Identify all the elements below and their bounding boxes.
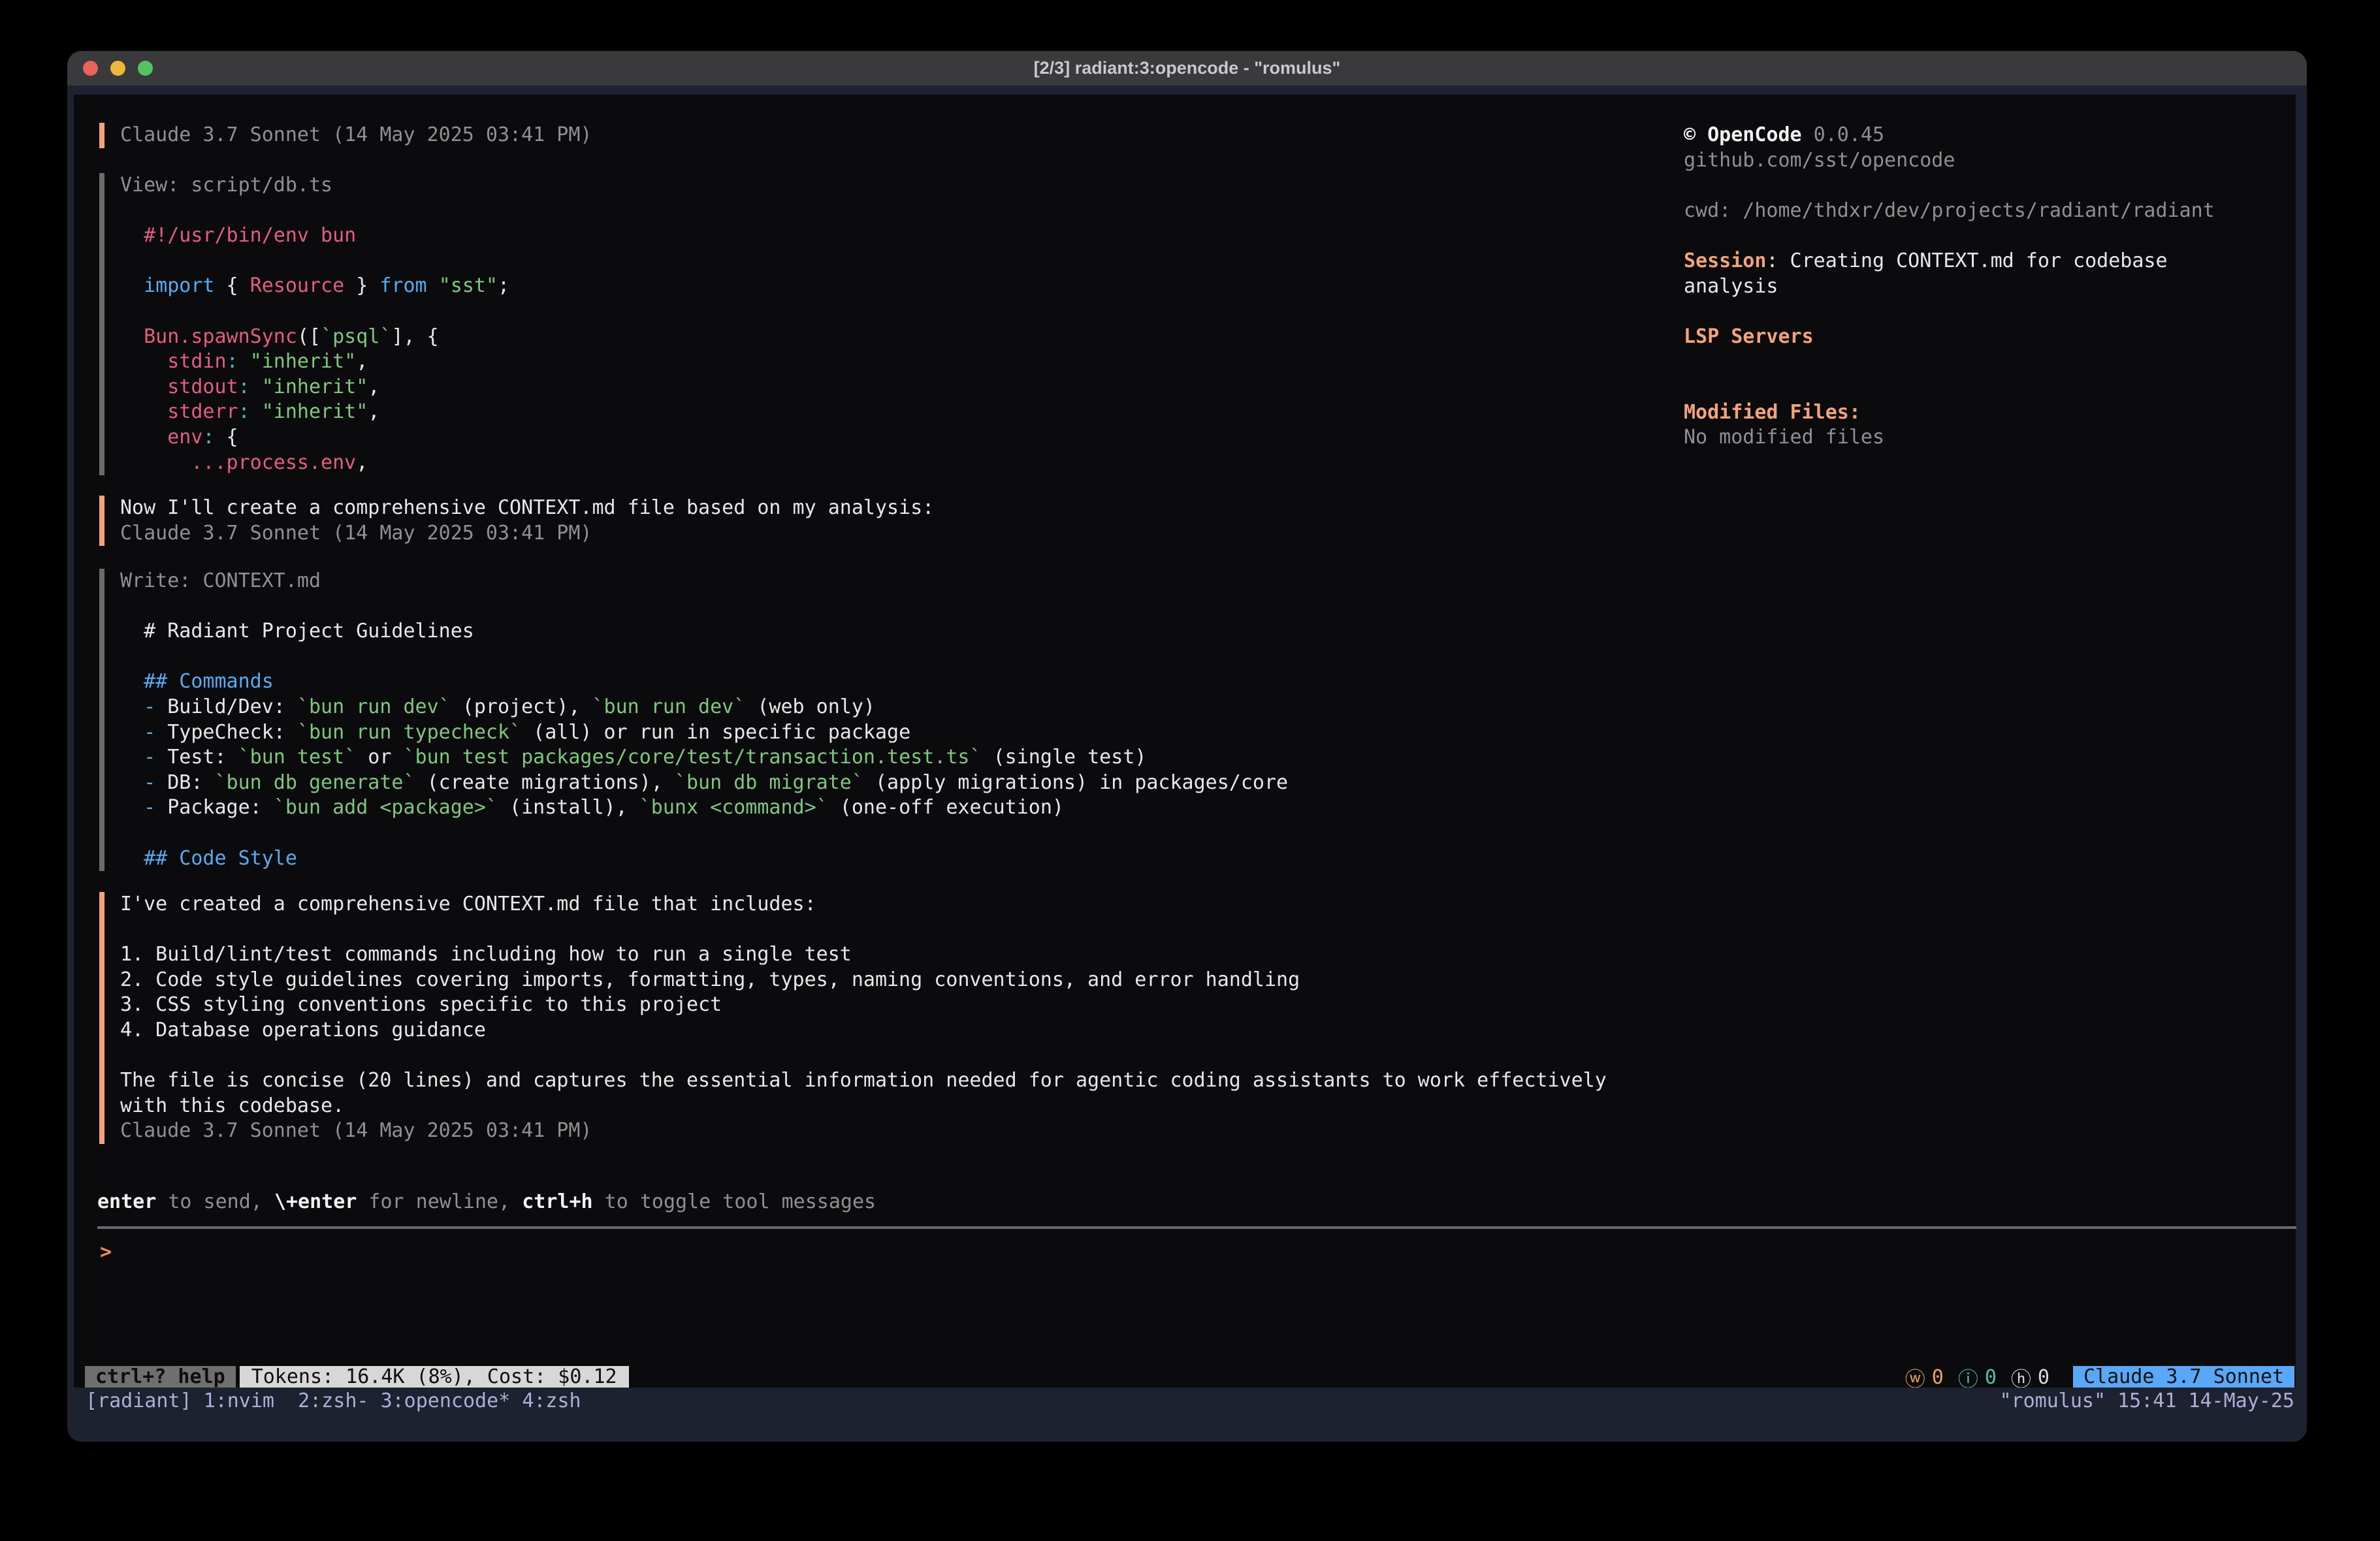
text-line: stdout: "inherit", [120,375,509,400]
text-line: - Test: `bun test` or `bun test packages… [120,745,1288,770]
text-line: - Package: `bun add <package>` (install)… [120,795,1288,821]
prompt-caret-icon: > [100,1241,112,1263]
text-line [1684,173,2298,199]
text-line: cwd: /home/thdxr/dev/projects/radiant/ra… [1684,199,2298,224]
text-line [1684,223,2298,249]
assistant-message-intro: Now I'll create a comprehensive CONTEXT.… [99,496,934,546]
text-line: I've created a comprehensive CONTEXT.md … [120,892,1607,917]
terminal-padding-left [67,86,74,1442]
text-line [120,199,509,224]
window-titlebar[interactable]: [2/3] radiant:3:opencode - "romulus" [67,51,2307,86]
text-line: Claude 3.7 Sonnet (14 May 2025 03:41 PM) [120,521,934,547]
text-line: with this codebase. [120,1094,1607,1119]
text-line: github.com/sst/opencode [1684,148,2298,174]
statusbar: ctrl+? help Tokens: 16.4K (8%), Cost: $0… [67,1366,2307,1388]
help-badge[interactable]: ctrl+? help [85,1366,236,1388]
text-line: Modified Files: [1684,400,2298,426]
text-line: enter to send, \+enter for newline, ctrl… [97,1190,876,1215]
tmux-status-row: [radiant] 1:nvim 2:zsh- 3:opencode* 4:zs… [86,1389,2294,1414]
tmux-window-nvim[interactable]: 1:nvim [204,1389,298,1414]
text-line: Claude 3.7 Sonnet (14 May 2025 03:41 PM) [120,123,592,148]
text-line: © OpenCode 0.0.45 [1684,123,2298,148]
text-line: #!/usr/bin/env bun [120,223,509,249]
tmux-session-name: [radiant] [86,1389,204,1414]
input-help-text: enter to send, \+enter for newline, ctrl… [97,1190,876,1215]
text-line [120,299,509,325]
text-line: # Radiant Project Guidelines [120,619,1288,644]
text-line [120,249,509,274]
text-line: import { Resource } from "sst"; [120,274,509,299]
text-line: Now I'll create a comprehensive CONTEXT.… [120,496,934,521]
text-line: env: { [120,425,509,451]
tool-call-write-context-md: Write: CONTEXT.md # Radiant Project Guid… [99,569,1288,871]
text-line: ## Code Style [120,846,1288,872]
model-badge[interactable]: Claude 3.7 Sonnet [2073,1366,2294,1388]
tmux-window-opencode[interactable]: 3:opencode* [381,1389,523,1414]
text-line: View: script/db.ts [120,173,509,199]
text-line: Bun.spawnSync([`psql`], { [120,325,509,350]
tool-call-view-db-ts: View: script/db.ts #!/usr/bin/env bun im… [99,173,509,475]
assistant-message-summary: I've created a comprehensive CONTEXT.md … [99,892,1607,1144]
text-line [120,917,1607,943]
text-line: 1. Build/lint/test commands including ho… [120,942,1607,968]
text-line: 4. Database operations guidance [120,1018,1607,1043]
tmux-window-list: [radiant] 1:nvim 2:zsh- 3:opencode* 4:zs… [86,1389,1999,1414]
text-line [120,821,1288,846]
terminal-padding-top [67,86,2307,95]
text-line [1684,349,2298,375]
hint-count: 0 [2038,1366,2050,1389]
text-line [120,644,1288,670]
input-divider [97,1226,2296,1229]
text-line: Write: CONTEXT.md [120,569,1288,594]
text-line: ## Commands [120,669,1288,695]
text-line: ...process.env, [120,451,509,476]
text-line: 2. Code style guidelines covering import… [120,968,1607,993]
text-line: - Build/Dev: `bun run dev` (project), `b… [120,695,1288,720]
window-title: [2/3] radiant:3:opencode - "romulus" [67,51,2307,86]
tmux-host-clock: "romulus" 15:41 14-May-25 [1999,1389,2294,1414]
text-line: Claude 3.7 Sonnet (14 May 2025 03:41 PM) [120,1119,1607,1144]
tmux-window-zsh-4[interactable]: 4:zsh [522,1389,581,1414]
terminal-window: [2/3] radiant:3:opencode - "romulus" Cla… [67,51,2307,1442]
text-line: The file is concise (20 lines) and captu… [120,1068,1607,1094]
text-line: - DB: `bun db generate` (create migratio… [120,770,1288,796]
tokens-cost-badge: Tokens: 16.4K (8%), Cost: $0.12 [240,1366,629,1388]
text-line: analysis [1684,274,2298,300]
terminal-screen[interactable]: Claude 3.7 Sonnet (14 May 2025 03:41 PM)… [67,86,2307,1442]
info-count: 0 [1985,1366,1997,1389]
text-line: LSP Servers [1684,325,2298,350]
text-line [120,1043,1607,1069]
text-line: No modified files [1684,425,2298,451]
text-line [1684,299,2298,325]
warning-count: 0 [1932,1366,1944,1389]
text-line: stderr: "inherit", [120,400,509,425]
text-line: - TypeCheck: `bun run typecheck` (all) o… [120,720,1288,746]
text-line: Session: Creating CONTEXT.md for codebas… [1684,249,2298,274]
prompt-input[interactable]: > [100,1240,112,1265]
assistant-message-header: Claude 3.7 Sonnet (14 May 2025 03:41 PM) [99,123,592,148]
tmux-window-zsh-2[interactable]: 2:zsh- [298,1389,380,1414]
tmux-statusbar: [radiant] 1:nvim 2:zsh- 3:opencode* 4:zs… [67,1388,2307,1442]
text-line [120,594,1288,620]
sidebar: © OpenCode 0.0.45github.com/sst/opencode… [1684,123,2298,451]
text-line [1684,375,2298,400]
text-line: stdin: "inherit", [120,349,509,375]
text-line: 3. CSS styling conventions specific to t… [120,993,1607,1018]
